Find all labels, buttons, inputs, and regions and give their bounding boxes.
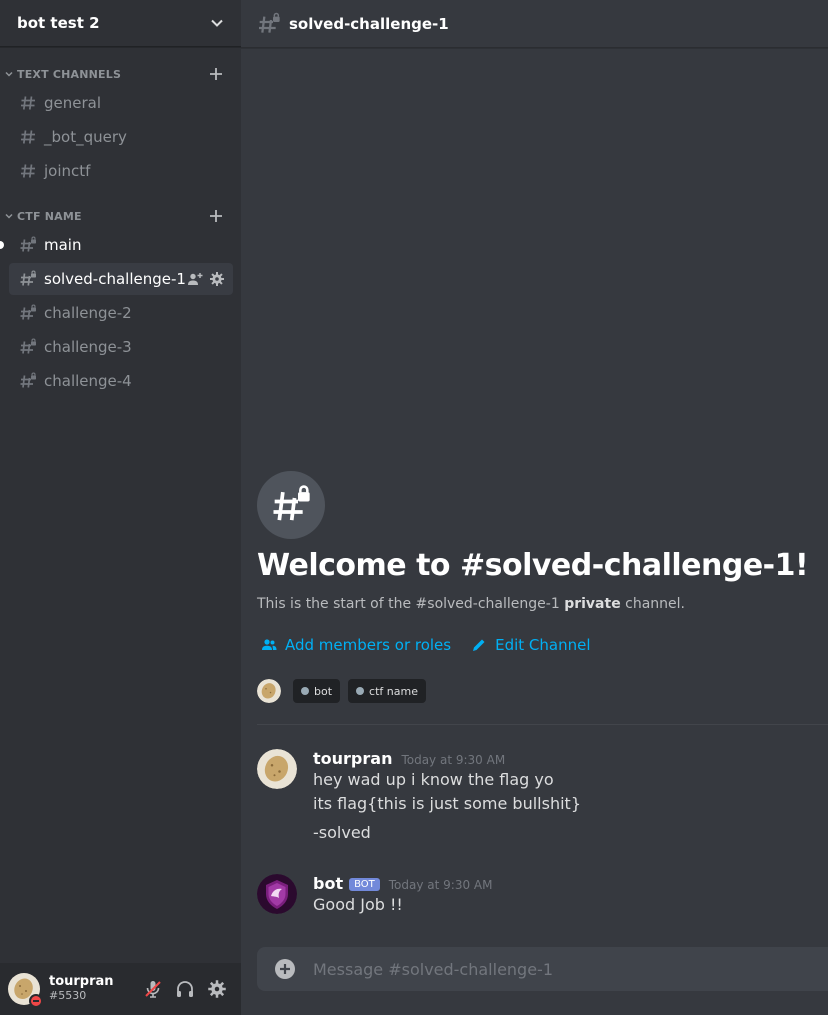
deafen-button[interactable] <box>173 977 197 1001</box>
user-panel: tourpran #5530 <box>0 963 241 1015</box>
channel-label: solved-challenge-1 <box>44 270 186 288</box>
hashtag-lock-icon <box>20 372 36 388</box>
bot-badge: BOT <box>349 878 380 891</box>
chat-area: solved-challenge-1 Welcome to #solved-ch… <box>241 0 828 1015</box>
channel-members-row: bot ctf name <box>257 679 426 703</box>
channel-title: solved-challenge-1 <box>289 14 449 33</box>
headphones-icon <box>177 981 193 997</box>
message-composer: Message #solved-challenge-1 <box>257 947 828 991</box>
role-color-dot <box>356 687 365 695</box>
message-input[interactable]: Message #solved-challenge-1 <box>313 960 553 979</box>
hashtag-lock-icon <box>273 485 310 521</box>
hashtag-lock-icon <box>20 236 36 252</box>
hashtag-lock-icon <box>20 338 36 354</box>
members-icon <box>262 639 277 650</box>
welcome-sub-prefix: This is the start of the #solved-challen… <box>257 596 560 612</box>
role-pill[interactable]: ctf name <box>348 679 426 703</box>
message-text: hey wad up i know the flag yo <box>313 770 554 789</box>
message-text: -solved <box>313 823 371 842</box>
chevron-down-icon[interactable] <box>209 15 225 31</box>
bot-avatar-icon[interactable] <box>257 874 297 914</box>
potato-avatar-icon[interactable] <box>257 679 281 703</box>
channel-general[interactable]: general <box>9 87 233 119</box>
add-channel-icon[interactable] <box>207 65 225 83</box>
channel-label: _bot_query <box>44 128 127 146</box>
message-timestamp: Today at 9:30 AM <box>401 753 506 767</box>
mic-muted-icon <box>145 981 161 998</box>
message-group: bot BOT Today at 9:30 AM Good Job !! <box>257 874 817 917</box>
channel-label: general <box>44 94 102 112</box>
potato-avatar-icon[interactable] <box>257 749 297 789</box>
message-text: its flag{this is just some bullshit} <box>313 794 581 813</box>
dnd-status-icon <box>29 994 43 1008</box>
add-attachment-icon[interactable] <box>273 957 297 981</box>
message-group: tourpran Today at 9:30 AM hey wad up i k… <box>257 749 817 845</box>
channel-label: joinctf <box>44 162 91 180</box>
hashtag-icon <box>21 164 35 178</box>
message-author[interactable]: tourpran <box>313 749 392 768</box>
gear-icon[interactable] <box>209 271 225 287</box>
channel-label: main <box>44 236 82 254</box>
role-name: bot <box>314 684 333 698</box>
welcome-sub-bold: private <box>564 596 621 612</box>
hashtag-icon <box>21 130 35 144</box>
channel-bot-query[interactable]: _bot_query <box>9 121 233 153</box>
server-header[interactable]: bot test 2 <box>0 0 241 47</box>
add-members-label: Add members or roles <box>285 636 452 654</box>
channel-sidebar: bot test 2 TEXT CHANNELS general _bot_qu… <box>0 0 241 1015</box>
category-label: TEXT CHANNELS <box>17 67 122 81</box>
gear-icon <box>208 980 226 998</box>
role-color-dot <box>301 687 309 695</box>
welcome-subtitle: This is the start of the #solved-challen… <box>257 596 685 612</box>
channel-main[interactable]: main <box>9 229 233 261</box>
username: tourpran <box>49 974 114 990</box>
user-tag: #5530 <box>49 989 87 1003</box>
role-pill[interactable]: bot <box>293 679 341 703</box>
mute-button[interactable] <box>141 977 165 1001</box>
channel-label: challenge-3 <box>44 338 132 356</box>
chevron-down-icon <box>5 71 13 77</box>
user-settings-button[interactable] <box>205 977 229 1001</box>
welcome-sub-suffix: channel. <box>625 596 686 612</box>
divider <box>257 724 828 725</box>
unread-indicator <box>0 241 4 249</box>
avatar[interactable] <box>8 973 43 1008</box>
message-timestamp: Today at 9:30 AM <box>388 878 493 892</box>
category-label: CTF NAME <box>17 209 82 223</box>
edit-channel-label: Edit Channel <box>495 636 591 654</box>
hashtag-lock-icon <box>259 12 280 33</box>
welcome-title: Welcome to #solved-challenge-1! <box>257 548 809 583</box>
channel-label: challenge-2 <box>44 304 132 322</box>
chevron-down-icon <box>5 213 13 219</box>
add-members-button[interactable]: Add members or roles <box>261 636 451 654</box>
category-text-channels[interactable]: TEXT CHANNELS <box>0 64 241 84</box>
message-text: Good Job !! <box>313 895 403 914</box>
message-author[interactable]: bot <box>313 874 343 893</box>
server-name: bot test 2 <box>17 14 100 32</box>
channel-solved-challenge-1[interactable]: solved-challenge-1 <box>9 263 233 295</box>
channel-header: solved-challenge-1 <box>241 0 828 48</box>
pencil-icon <box>473 639 485 651</box>
channel-challenge-3[interactable]: challenge-3 <box>9 331 233 363</box>
add-channel-icon[interactable] <box>207 207 225 225</box>
channel-joinctf[interactable]: joinctf <box>9 155 233 187</box>
hashtag-lock-icon <box>20 304 36 320</box>
edit-channel-button[interactable]: Edit Channel <box>471 636 591 654</box>
welcome-channel-icon <box>257 471 325 539</box>
hashtag-icon <box>21 96 35 110</box>
category-ctf-name[interactable]: CTF NAME <box>0 206 241 226</box>
invite-member-icon[interactable] <box>187 271 203 287</box>
channel-label: challenge-4 <box>44 372 132 390</box>
channel-challenge-2[interactable]: challenge-2 <box>9 297 233 329</box>
channel-challenge-4[interactable]: challenge-4 <box>9 365 233 397</box>
hashtag-lock-icon <box>20 270 36 286</box>
role-name: ctf name <box>369 684 418 698</box>
